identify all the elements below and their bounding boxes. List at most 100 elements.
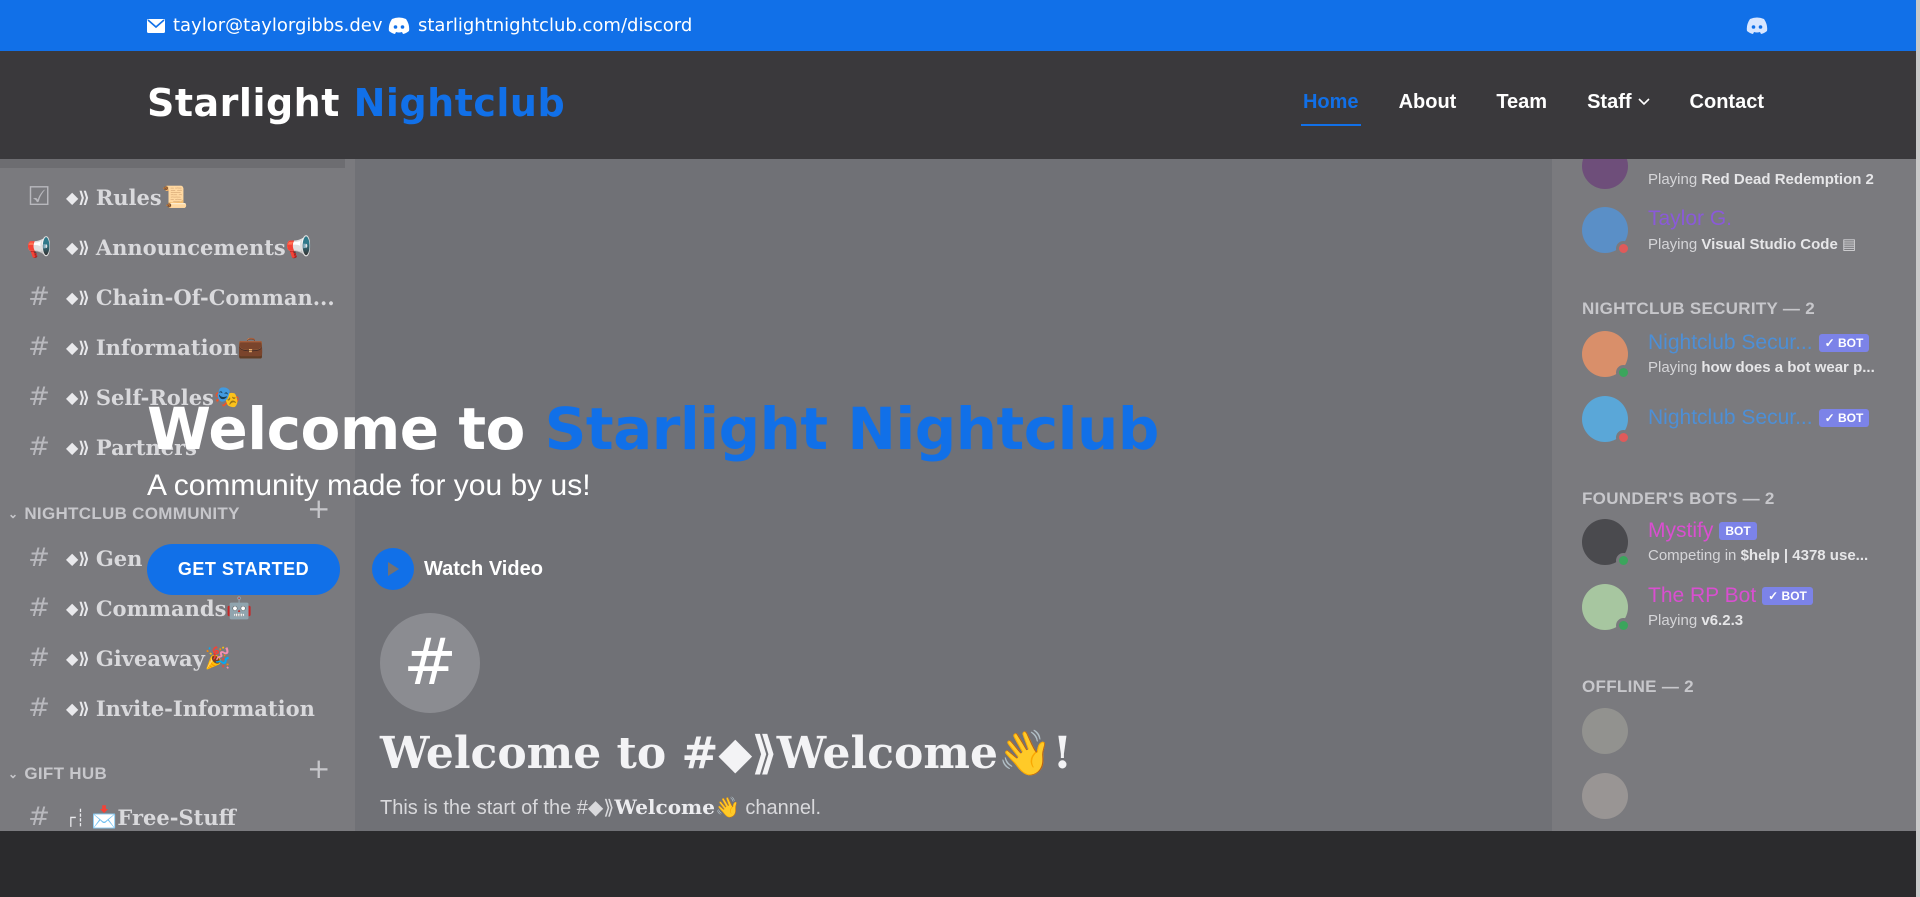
hero-title-part1: Welcome to (147, 395, 525, 463)
bg-channel-emoji: 🎉 (204, 645, 231, 670)
bg-channel-start-text: This is the start of the #◆⟫Welcome👋 cha… (380, 795, 822, 819)
bg-channel-free-stuff: # ┌┊ 📩 Free-Stuff (26, 802, 236, 831)
bg-channel-label: Gen (95, 545, 143, 571)
top-contact-bar: taylor@taylorgibbs.dev starlightnightclu… (0, 0, 1916, 51)
bg-category-label: NIGHTCLUB COMMUNITY (24, 504, 240, 523)
bg-channel-announcements: 📢 ◆⟫ Announcements 📢 (26, 232, 312, 262)
hash-icon: # (28, 643, 50, 673)
bg-channel-rules: ☑ ◆⟫ Rules 📜 (26, 182, 188, 212)
bg-member-activity: Playing Visual Studio Code ▤ (1648, 236, 1857, 253)
bg-channel-label: Information (95, 334, 238, 360)
hero-section: ☑ ◆⟫ Rules 📜 📢 ◆⟫ Announcements 📢 # ◆⟫ C… (0, 159, 1916, 831)
diamond-icon: ◆⟫ (66, 648, 90, 668)
main-nav: Home About Team Staff Contact (1263, 51, 1764, 159)
bg-member-activity: Playing how does a bot wear p... (1648, 359, 1875, 376)
diamond-icon: ◆⟫ (66, 387, 90, 407)
hash-icon: # (28, 543, 50, 573)
bg-member-activity: Playing Red Dead Redemption 2 (1648, 171, 1874, 188)
bg-channel-label: Free-Stuff (117, 804, 236, 830)
checkbox-icon: ☑ (27, 182, 51, 212)
diamond-icon: ◆⟫ (66, 287, 90, 307)
diamond-icon: ◆⟫ (66, 337, 90, 357)
bg-channel-emoji: 📜 (161, 184, 188, 209)
bg-channel-emoji: 🤖 (226, 595, 253, 620)
diamond-icon: ◆⟫ (66, 437, 90, 457)
bg-member-name: Nightclub Secur... ✓ BOT (1648, 331, 1870, 355)
bg-channel-label: Commands (95, 595, 227, 621)
nav-about[interactable]: About (1399, 91, 1457, 120)
play-icon (372, 548, 414, 590)
bg-channel-emoji: 📢 (285, 234, 312, 259)
online-status-icon (1616, 365, 1631, 380)
bg-member-name: The RP Bot ✓ BOT (1648, 584, 1813, 608)
dnd-status-icon (1616, 430, 1631, 445)
bg-member-name: Nightclub Secur... ✓ BOT (1648, 406, 1870, 430)
logo-text-part1: Starlight (147, 81, 340, 125)
bg-channel-giveaway: # ◆⟫ Giveaway 🎉 (26, 643, 231, 673)
bg-channel-label: Giveaway (95, 645, 205, 671)
discord-social-button[interactable] (1746, 0, 1776, 51)
watch-video-label: Watch Video (424, 557, 543, 580)
bg-channel-invite-information: # ◆⟫ Invite-Information (26, 693, 315, 723)
hash-icon: # (28, 593, 50, 623)
page-scrollbar[interactable] (1916, 0, 1920, 897)
discord-icon (1746, 17, 1768, 34)
watch-video-button[interactable]: Watch Video (372, 548, 543, 590)
bg-category-community: ⌄ NIGHTCLUB COMMUNITY (8, 503, 240, 525)
bg-member-name: Taylor G. (1648, 207, 1733, 230)
get-started-button[interactable]: GET STARTED (147, 544, 340, 595)
bg-channel-label: Announcements (95, 234, 286, 260)
hero-title: Welcome to Starlight Nightclub (147, 395, 1159, 463)
megaphone-icon: 📢 (26, 235, 52, 259)
email-link[interactable]: taylor@taylorgibbs.dev (147, 0, 383, 51)
bg-group-offline: OFFLINE — 2 (1582, 677, 1694, 696)
bg-member-activity: Playing v6.2.3 (1648, 612, 1744, 629)
chevron-down-icon: ⌄ (8, 767, 19, 781)
discord-link[interactable]: starlightnightclub.com/discord (388, 0, 692, 51)
envelope-icon (147, 18, 165, 33)
diamond-icon: ◆⟫ (66, 548, 90, 568)
diamond-icon: ◆⟫ (66, 598, 90, 618)
bg-member-name: Mystify BOT (1648, 519, 1757, 543)
bg-category-gift-hub: ⌄ GIFT HUB (8, 763, 107, 785)
bg-channel-general: # ◆⟫ Gen (26, 543, 142, 573)
avatar (1582, 773, 1628, 819)
hash-icon: # (28, 382, 50, 412)
hash-icon: # (28, 693, 50, 723)
bg-channel-commands: # ◆⟫ Commands 🤖 (26, 593, 253, 623)
bg-channel-prefix: ┌┊ (66, 807, 86, 827)
diamond-icon: ◆⟫ (66, 237, 90, 257)
diamond-icon: ◆⟫ (66, 698, 90, 718)
hash-icon: # (28, 432, 50, 462)
bg-channel-label: Rules (95, 184, 162, 210)
chevron-down-icon (1637, 98, 1650, 106)
bg-category-label: GIFT HUB (24, 764, 108, 783)
bg-channel-information: # ◆⟫ Information 💼 (26, 332, 264, 362)
chevron-down-icon: ⌄ (8, 507, 19, 521)
discord-link-text: starlightnightclub.com/discord (418, 15, 693, 36)
nav-home[interactable]: Home (1300, 91, 1361, 126)
hash-icon: # (28, 802, 50, 831)
discord-icon (388, 17, 410, 34)
email-text: taylor@taylorgibbs.dev (173, 15, 383, 36)
bg-group-security: NIGHTCLUB SECURITY — 2 (1582, 299, 1815, 318)
site-logo[interactable]: Starlight Nightclub (147, 81, 565, 125)
hero-title-part2: Starlight Nightclub (544, 395, 1160, 463)
online-status-icon (1616, 618, 1631, 633)
diamond-icon: ◆⟫ (66, 187, 90, 207)
avatar (1582, 708, 1628, 754)
bg-divider (0, 159, 345, 168)
bg-channel-chain: # ◆⟫ Chain-Of-Comman... (26, 282, 335, 312)
bg-channel-emoji: 💼 (237, 334, 264, 359)
nav-contact[interactable]: Contact (1690, 91, 1764, 120)
nav-team[interactable]: Team (1496, 91, 1547, 120)
plus-icon: + (307, 752, 331, 785)
dnd-status-icon (1616, 241, 1631, 256)
bg-channel-welcome-title: Welcome to #◆⟫Welcome👋! (380, 728, 1073, 779)
nav-staff[interactable]: Staff (1587, 90, 1650, 120)
bg-member-activity: Competing in $help | 4378 use... (1648, 547, 1869, 564)
online-status-icon (1616, 553, 1631, 568)
bg-channel-label: Invite-Information (95, 695, 315, 721)
nav-staff-label: Staff (1587, 90, 1632, 113)
bg-channel-emoji: 📩 (91, 804, 118, 829)
